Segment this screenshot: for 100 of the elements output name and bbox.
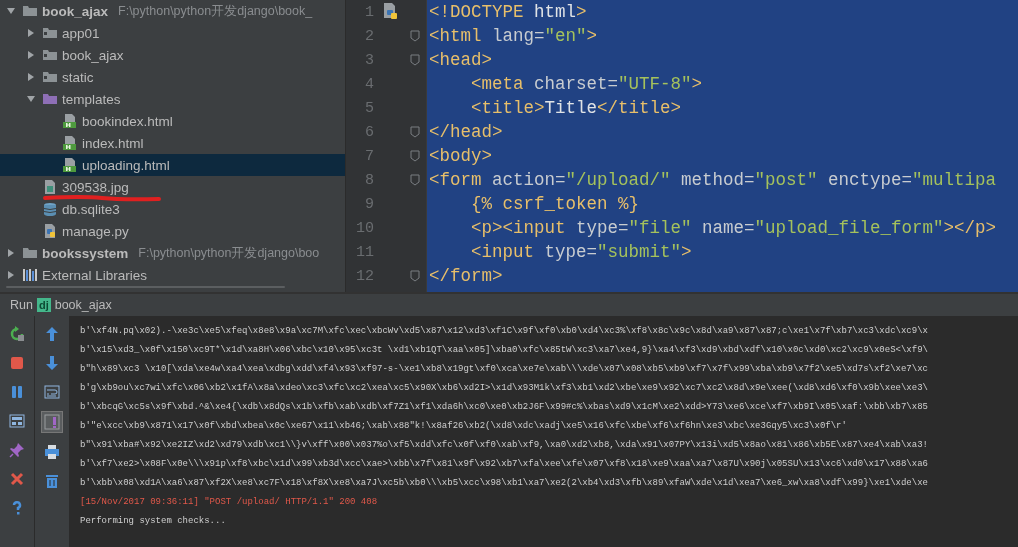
layout-button[interactable] — [7, 411, 27, 431]
code-line: {% csrf_token %} — [470, 193, 640, 216]
code-line: <form action="/upload/" method="post" enctype="multipa — [428, 169, 997, 192]
file-name: book_ajax — [42, 3, 109, 19]
tree-item[interactable]: 309538.jpg — [0, 176, 345, 198]
trash-icon — [44, 473, 60, 489]
printer-icon — [44, 444, 60, 460]
line-number: 2 — [364, 27, 374, 45]
down-arrow-icon — [44, 355, 60, 371]
file-name: templates — [62, 91, 121, 107]
close-icon — [9, 471, 25, 487]
scroll-to-end-button[interactable] — [41, 411, 63, 433]
tree-item[interactable]: bookindex.html — [0, 110, 345, 132]
soft-wrap-button[interactable] — [42, 382, 62, 402]
collapse-arrow-icon[interactable] — [26, 28, 36, 38]
code-line: <p><input type="file" name="upload_file_form"></p> — [470, 217, 997, 240]
fold-marker-icon[interactable] — [410, 30, 420, 42]
fold-marker-icon[interactable] — [410, 150, 420, 162]
folder-icon — [42, 25, 58, 41]
html-file-icon — [62, 113, 78, 129]
expand-arrow-icon[interactable] — [26, 94, 36, 104]
line-number: 9 — [364, 195, 374, 213]
collapse-arrow-icon[interactable] — [26, 50, 36, 60]
line-number: 8 — [364, 171, 374, 189]
code-line: <title>Title</title> — [470, 97, 682, 120]
line-number: 11 — [355, 243, 374, 261]
up-arrow-icon — [44, 326, 60, 342]
folder-icon — [42, 69, 58, 85]
code-line: <body> — [428, 145, 492, 168]
code-area[interactable] — [427, 0, 1018, 292]
python-file-icon — [42, 223, 58, 239]
path-label: F:\python\python开发django\book_ — [118, 2, 313, 20]
library-icon — [22, 267, 38, 283]
expand-arrow-icon[interactable] — [6, 6, 16, 16]
run-config-tab[interactable]: book_ajax — [54, 298, 112, 312]
tree-item[interactable]: book_ajax F:\python\python开发django\book_ — [0, 0, 345, 22]
path-label: F:\python\python开发django\boo — [138, 244, 320, 262]
pause-icon — [9, 384, 25, 400]
rerun-icon — [9, 326, 25, 342]
stop-icon — [9, 355, 25, 371]
log-line: [15/Nov/2017 09:36:11] "POST /upload/ HTTP/1.1" 200 408 — [80, 496, 378, 509]
line-number: 7 — [364, 147, 374, 165]
console-line: b'\xf7\xe2>\x08F\x0e\\\x91p\xf8\xbc\x1d\x99\xb3d\xcc\xae>\xbb\x7f\x81\x9f\x92\xb7\xfa\xee\xfe\x07\xf8\x18\xe9\xaa\xa7\x87U\x90j\x05SU\x13\xc6\xd0\x17\x88\xa6 — [80, 458, 928, 471]
line-number: 6 — [364, 123, 374, 141]
html-file-icon — [62, 135, 78, 151]
collapse-arrow-icon[interactable] — [26, 72, 36, 82]
line-number: 3 — [364, 51, 374, 69]
console-line: b'g\xb9ou\xc7wi\xfc\x06\xb2\x1fA\x8a\xdeo\xc3\xfc\xc2\xea\xc5\x90X\xb6\xd2I>\x1d\x93M1k\xf3\xb1\xd2\xbe\xe9\x92\xc7\xc2\x8d\x9e\xee(\xd8\xd6\xf0\x9b\xee\xe3\ — [80, 382, 928, 395]
tree-item[interactable]: bookssystem F:\python\python开发django\boo — [0, 242, 345, 264]
layout-icon — [9, 413, 25, 429]
line-number: 1 — [364, 3, 374, 21]
file-name: static — [62, 69, 94, 85]
code-line: <html lang="en"> — [428, 25, 598, 48]
line-number: 4 — [364, 75, 374, 93]
file-name: index.html — [82, 135, 144, 151]
tree-item[interactable]: manage.py — [0, 220, 345, 242]
printer-button[interactable] — [42, 442, 62, 462]
file-name: bookindex.html — [82, 113, 173, 129]
tree-item[interactable]: book_ajax — [0, 44, 345, 66]
fold-marker-icon[interactable] — [410, 126, 420, 138]
file-name: 309538.jpg — [62, 179, 129, 195]
folder-icon — [42, 47, 58, 63]
line-number: 12 — [355, 267, 374, 285]
code-line: </head> — [428, 121, 503, 144]
collapse-arrow-icon[interactable] — [6, 248, 16, 258]
tree-item[interactable]: index.html — [0, 132, 345, 154]
console-line: Performing system checks... — [80, 515, 226, 528]
console-line: b'\xf4N.pq\x02).-\xe3c\xe5\xfeq\x8e8\x9a\xc7M\xfc\xec\xbcWv\xd5\x87\x12\xd3\xf1C\x9f\xf0\xb0\xd4\xc3%\xf8\x8c\x9c\x8d\xa9\x87\x87;c\xe1\x7f\xb7\xc3\xdc\xc9\x — [80, 325, 928, 338]
file-name: manage.py — [62, 223, 129, 239]
fold-marker-icon[interactable] — [410, 270, 420, 282]
scroll-to-end-icon — [44, 414, 60, 430]
console-line: b"\x91\xba#\x92\xe2IZ\xd2\xd79\xdb\xc1\\}v\xff\x00\x037%o\xf5\xdd\xfc\x0f\xf0\xab\xf9,\xa0\xd2\xb8,\xda\x91\x07PY\x13i\xd5\x8ao\x81\x86\xb5E\x87\xe4\xab\xa3! — [80, 439, 928, 452]
code-line: <input type="submit"> — [470, 241, 692, 264]
console-line: b"h\x89\xc3 \x10[\xda\xe4w\xa4\xea\xdbg\xdd\xf4\x93\xf97-s-\xe1\xb8\x19gt\xf0\xca\xe7e\xab\\\xde\x07\x08\xb5\xb9\xf7\x7f\x99\xba\xb9\x7f2\xe5\xd7s\xf2\xe7\xc — [80, 363, 928, 376]
console-line: b'\xbcqG\xc5s\x9f\xbd.^&\xe4{\xdb\x8dQs\x1b\xfb\xab\xdb\xf7Z1\xf1\xda6h\xc0\xe0\xb2J6F\x99#c%\xbas\xd9\x1cM\xe2\xdd>Y73\xe6\xce\xf7\xb9I\x05\xaf:\xbb\xb7\x85 — [80, 401, 928, 414]
pin-button[interactable] — [7, 440, 27, 460]
folder-icon — [22, 245, 38, 261]
file-name: bookssystem — [42, 245, 129, 261]
fold-marker-icon[interactable] — [410, 54, 420, 66]
pin-icon — [9, 442, 25, 458]
folder-icon — [22, 3, 38, 19]
collapse-arrow-icon[interactable] — [6, 270, 16, 280]
line-number: 5 — [364, 99, 374, 117]
tree-item[interactable]: External Libraries — [0, 264, 345, 286]
tree-item[interactable]: uploading.html — [0, 154, 345, 176]
django-badge-icon: dj — [36, 298, 51, 312]
fold-marker-icon[interactable] — [410, 174, 420, 186]
console-line: b'\xbb\x08\xd1A\xa6\x87\xf2X\xe8\xc7F\x18\xf8X\xe8\xa7J\xc5b\xb0\\\xb5\xcc\x98\xb1\xa7\xe2(2\xb4\xd3\xfb\x89\xfaW\xde\x1d\xea7\xe6_xw\xa8\xdf\x99}\xe1\xde\xe — [80, 477, 928, 490]
tree-item[interactable]: templates — [0, 88, 345, 110]
code-line: <meta charset="UTF-8"> — [470, 73, 703, 96]
image-file-icon — [42, 179, 58, 195]
database-icon — [42, 201, 58, 217]
code-line: <!DOCTYPE html> — [428, 1, 587, 24]
tree-item[interactable]: db.sqlite3 — [0, 198, 345, 220]
run-label: Run — [10, 298, 33, 312]
folder-icon — [42, 91, 58, 107]
tree-item[interactable]: app01 — [0, 22, 345, 44]
tree-item[interactable]: static — [0, 66, 345, 88]
line-number: 10 — [355, 219, 374, 237]
file-name: db.sqlite3 — [62, 201, 120, 217]
